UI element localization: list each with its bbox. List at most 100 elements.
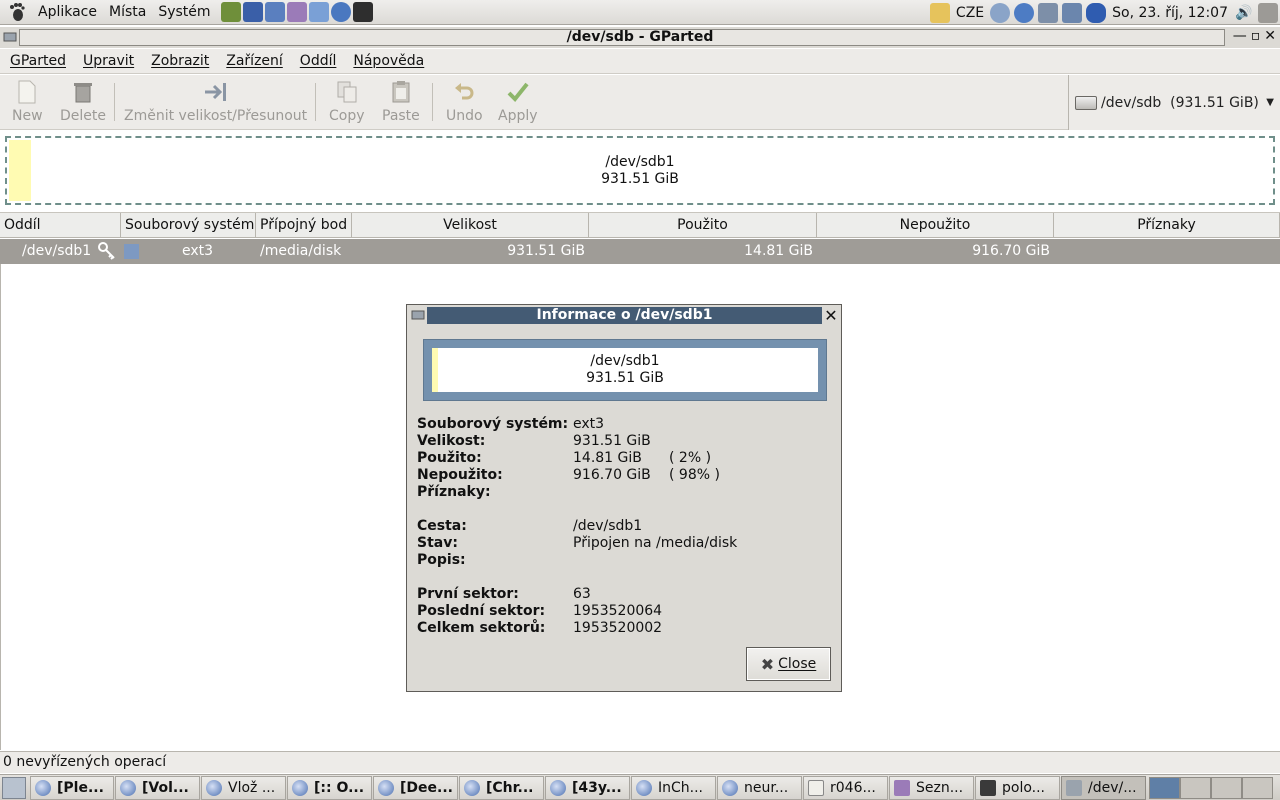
menu-oddil[interactable]: Oddíl [290, 53, 344, 69]
menu-zarizeni[interactable]: Zařízení [216, 53, 290, 69]
apply-checkmark-icon [505, 79, 531, 105]
window-titlebar[interactable]: /dev/sdb - GParted — ▫ ✕ [0, 27, 1280, 48]
column-size[interactable]: Velikost [352, 213, 589, 238]
info-percent: ( 98% ) [669, 467, 720, 483]
column-used[interactable]: Použito [589, 213, 817, 238]
pending-operations-text: 0 nevyřízených operací [3, 754, 167, 770]
taskbar-button[interactable]: r046... [803, 775, 888, 800]
menu-mista[interactable]: Místa [103, 0, 152, 25]
info-value: 1953520002 [573, 620, 663, 636]
taskbar-button[interactable]: Sezn... [889, 775, 974, 800]
taskbar-button[interactable]: polo... [975, 775, 1060, 800]
browser-icon [722, 779, 738, 796]
top-panel: Aplikace Místa Systém CZE So, 23. říj, 1… [0, 0, 1280, 25]
user-switch-icon[interactable] [1258, 2, 1278, 23]
menu-upravit[interactable]: Upravit [73, 53, 141, 69]
taskbar-label: Sezn... [916, 779, 964, 796]
dialog-window-icon[interactable] [411, 308, 425, 322]
info-value: ext3 [573, 416, 605, 432]
dialog-title[interactable]: Informace o /dev/sdb1 [427, 307, 822, 324]
workspace-1[interactable] [1149, 776, 1180, 799]
partition-map[interactable]: /dev/sdb1 931.51 GiB [5, 136, 1275, 205]
resize-move-button[interactable]: Změnit velikost/Přesunout [124, 79, 307, 124]
column-unused[interactable]: Nepoužito [817, 213, 1054, 238]
taskbar-button[interactable]: [Dee... [373, 775, 458, 800]
device-selector-label: /dev/sdb (931.51 GiB) [1101, 94, 1259, 111]
terminal-icon [980, 779, 996, 796]
taskbar-button-gparted[interactable]: /dev/... [1061, 775, 1146, 800]
taskbar-label: [Ple... [57, 779, 104, 796]
alltray-launcher-icon[interactable] [242, 2, 263, 22]
info-value: 1953520064 [573, 603, 663, 619]
workspace-2[interactable] [1180, 776, 1211, 799]
taskbar-button[interactable]: [43y... [545, 775, 630, 800]
toolbar-separator [432, 83, 433, 121]
update-tray-icon[interactable] [1014, 2, 1035, 23]
new-label: New [12, 108, 43, 124]
pidgin-launcher-icon[interactable] [286, 2, 307, 22]
info-label: Souborový systém: [417, 416, 569, 432]
taskbar-label: r046... [830, 779, 876, 796]
table-row[interactable]: /dev/sdb1 ext3 /media/disk 931.51 GiB 14… [0, 239, 1280, 264]
minimize-icon[interactable]: — [1233, 28, 1247, 44]
panel-clock[interactable]: So, 23. říj, 12:07 [1108, 5, 1232, 21]
taskbar-button[interactable]: [Vol... [115, 775, 200, 800]
dialog-close-icon[interactable]: ✕ [823, 306, 839, 325]
column-filesystem[interactable]: Souborový systém [121, 213, 256, 238]
info-label: Celkem sektorů: [417, 620, 546, 636]
paste-button[interactable]: Paste [382, 79, 420, 124]
menu-napoveda[interactable]: Nápověda [343, 53, 431, 69]
terminal-launcher-icon[interactable] [352, 2, 373, 22]
close-button[interactable]: ✖ Close [746, 647, 831, 681]
menu-aplikace[interactable]: Aplikace [32, 0, 103, 25]
copy-icon [334, 79, 360, 105]
browser-launcher-icon[interactable] [330, 2, 351, 22]
editor-launcher-icon[interactable] [308, 2, 329, 22]
column-flags[interactable]: Příznaky [1054, 213, 1280, 238]
keyboard-layout[interactable]: CZE [952, 5, 988, 21]
network-launcher-icon[interactable] [264, 2, 285, 22]
taskbar: [Ple... [Vol... Vlož ... [:: O... [Dee..… [0, 774, 1280, 800]
harddisk-icon [1075, 95, 1097, 110]
row-used: 14.81 GiB [744, 243, 813, 259]
menu-gparted[interactable]: GParted [0, 53, 73, 69]
book-launcher-icon[interactable] [220, 2, 241, 22]
new-button[interactable]: New [12, 79, 43, 124]
maximize-icon[interactable]: ▫ [1251, 28, 1261, 44]
taskbar-button[interactable]: Vlož ... [201, 775, 286, 800]
taskbar-button[interactable]: InCh... [631, 775, 716, 800]
devices-tray-icon[interactable] [1038, 2, 1059, 23]
folder-tray-icon[interactable] [929, 2, 950, 23]
menu-system[interactable]: Systém [152, 0, 216, 25]
column-oddil[interactable]: Oddíl [0, 213, 121, 238]
apply-button[interactable]: Apply [498, 79, 538, 124]
delete-icon [70, 79, 96, 105]
workspace-4[interactable] [1242, 776, 1273, 799]
menu-zobrazit[interactable]: Zobrazit [141, 53, 216, 69]
gnome-foot-icon[interactable] [6, 1, 28, 23]
bluetooth-tray-icon[interactable] [1086, 2, 1107, 23]
show-desktop-icon[interactable] [2, 776, 26, 799]
info-label: Popis: [417, 552, 466, 568]
taskbar-button[interactable]: [:: O... [287, 775, 372, 800]
taskbar-button[interactable]: [Ple... [30, 775, 114, 800]
taskbar-button[interactable]: neur... [717, 775, 802, 800]
info-percent: ( 2% ) [669, 450, 712, 466]
clock-tray-icon[interactable] [990, 2, 1011, 23]
dropdown-arrow-icon[interactable]: ▼ [1266, 97, 1274, 108]
device-selector[interactable]: /dev/sdb (931.51 GiB) ▼ [1068, 75, 1280, 130]
undo-icon [451, 79, 477, 105]
volume-icon[interactable]: 🔊 [1234, 3, 1254, 23]
taskbar-button[interactable]: [Chr... [459, 775, 544, 800]
workspace-3[interactable] [1211, 776, 1242, 799]
copy-button[interactable]: Copy [329, 79, 365, 124]
dialog-partition-map: /dev/sdb1 931.51 GiB [423, 339, 827, 401]
taskbar-label: InCh... [658, 779, 704, 796]
close-window-icon[interactable]: ✕ [1264, 28, 1276, 44]
partition-map-label: /dev/sdb1 931.51 GiB [7, 154, 1273, 188]
column-mountpoint[interactable]: Přípojný bod [256, 213, 352, 238]
delete-button[interactable]: Delete [60, 79, 106, 124]
undo-button[interactable]: Undo [446, 79, 483, 124]
network-tray-icon[interactable] [1062, 2, 1083, 23]
delete-label: Delete [60, 108, 106, 124]
